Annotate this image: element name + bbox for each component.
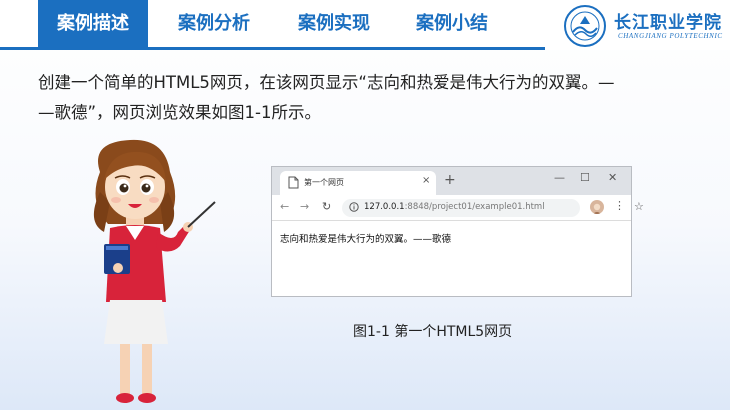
browser-tab-bar: 第一个网页 × + — ☐ ✕ — [272, 167, 631, 195]
top-nav: 案例描述 案例分析 案例实现 案例小结 长江职业学院 CHANGJIANG PO… — [0, 0, 730, 50]
url-path: :8848/project01/example01.html — [404, 202, 545, 212]
star-icon[interactable]: ☆ — [634, 200, 644, 213]
info-icon[interactable] — [349, 202, 359, 212]
minimize-icon[interactable]: — — [554, 171, 565, 185]
nav-underline — [0, 47, 545, 50]
description-line-1: 创建一个简单的HTML5网页，在该网页显示“志向和热爱是伟大行为的双翼。— — [38, 73, 615, 92]
page-icon — [288, 176, 299, 189]
browser-page-content: 志向和热爱是伟大行为的双翼。——歌德 — [280, 234, 452, 245]
kebab-menu-icon[interactable]: ⋮ — [614, 199, 625, 213]
teacher-illustration — [93, 139, 216, 403]
window-close-icon[interactable]: ✕ — [608, 171, 617, 185]
browser-toolbar: ← → ↻ 127.0.0.1:8848/project01/example01… — [272, 195, 644, 221]
profile-avatar[interactable] — [590, 200, 604, 214]
address-bar[interactable]: 127.0.0.1:8848/project01/example01.html … — [342, 199, 644, 217]
school-name-en: CHANGJIANG POLYTECHNIC — [618, 32, 723, 40]
browser-window-figure: 第一个网页 × + — ☐ ✕ ← → ↻ 127.0.0.1:8848/pro… — [271, 166, 644, 297]
school-seal-icon — [564, 5, 606, 47]
tab-case-summary[interactable]: 案例小结 — [398, 0, 506, 47]
back-arrow-icon[interactable]: ← — [280, 200, 289, 214]
new-tab-icon[interactable]: + — [444, 171, 456, 189]
tab-close-icon[interactable]: × — [422, 175, 430, 186]
description-line-2: —歌德”，网页浏览效果如图1-1所示。 — [38, 103, 321, 122]
tab-case-implementation[interactable]: 案例实现 — [280, 0, 388, 47]
tab-case-analysis[interactable]: 案例分析 — [160, 0, 268, 47]
tab-case-description[interactable]: 案例描述 — [38, 0, 148, 50]
figure-caption: 图1-1 第一个HTML5网页 — [353, 324, 513, 340]
school-name-cn: 长江职业学院 — [614, 13, 722, 33]
url-host: 127.0.0.1 — [364, 202, 405, 212]
browser-tab-title: 第一个网页 — [304, 178, 344, 187]
avatar-face-icon — [592, 203, 602, 214]
reload-icon[interactable]: ↻ — [322, 200, 331, 214]
case-description-text: 创建一个简单的HTML5网页，在该网页显示“志向和热爱是伟大行为的双翼。— —歌… — [38, 68, 698, 128]
browser-tab[interactable]: 第一个网页 × — [280, 171, 436, 195]
forward-arrow-icon[interactable]: → — [300, 200, 309, 214]
address-bar-url: 127.0.0.1:8848/project01/example01.html — [364, 202, 545, 212]
maximize-icon[interactable]: ☐ — [580, 171, 590, 185]
